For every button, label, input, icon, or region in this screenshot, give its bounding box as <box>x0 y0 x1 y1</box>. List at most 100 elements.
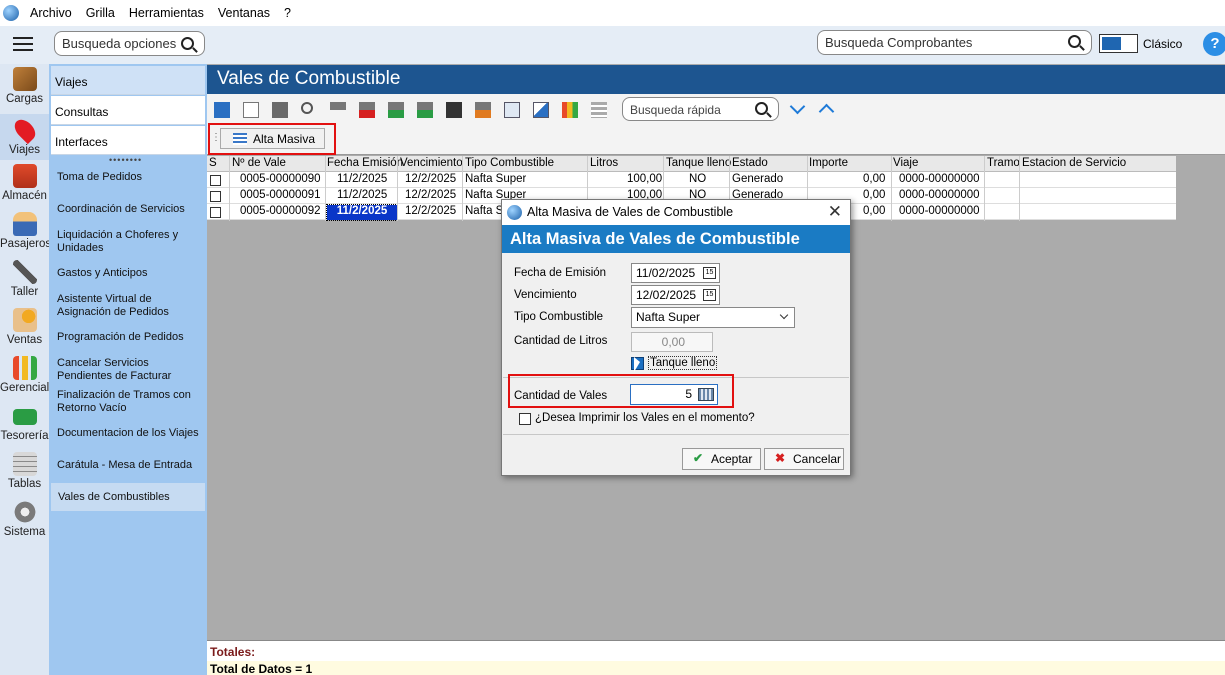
cancelar-button[interactable]: ✖ Cancelar <box>764 448 844 470</box>
search-icon[interactable] <box>301 102 313 114</box>
cell-viaje: 0000-00000000 <box>899 205 980 217</box>
menu-archivo[interactable]: Archivo <box>23 6 79 20</box>
module-gerencial[interactable]: Gerencial <box>0 356 49 402</box>
menu-herramientas[interactable]: Herramientas <box>122 6 211 20</box>
imprimir-checkbox[interactable] <box>519 413 531 425</box>
filter-down-icon[interactable] <box>388 102 404 118</box>
menu-help[interactable]: ? <box>277 6 298 20</box>
module-taller[interactable]: Taller <box>0 260 49 306</box>
submenu-item[interactable]: Programación de Pedidos <box>57 331 205 344</box>
table-row[interactable]: 0005-00000090 11/2/2025 12/2/2025 Nafta … <box>207 172 1176 188</box>
passenger-icon <box>12 212 37 236</box>
cantidad-litros-field[interactable]: 0,00 <box>631 332 713 352</box>
module-ventas[interactable]: Ventas <box>0 308 49 354</box>
module-almacen[interactable]: Almacén <box>0 164 49 210</box>
col-tipo[interactable]: Tipo Combustible <box>465 157 554 169</box>
module-tablas[interactable]: Tablas <box>0 452 49 498</box>
submenu-item[interactable]: Coordinación de Servicios <box>57 203 205 216</box>
submenu-item-vales-combustibles[interactable]: Vales de Combustibles <box>51 483 205 511</box>
cell-viaje: 0000-00000000 <box>899 173 980 185</box>
search-options-input[interactable]: Busqueda opciones <box>54 31 205 56</box>
module-viajes[interactable]: Viajes <box>0 114 49 160</box>
edit-icon[interactable] <box>214 102 230 118</box>
filter-remove-icon[interactable] <box>359 102 375 118</box>
search-icon[interactable] <box>755 102 768 115</box>
image-edit-icon[interactable] <box>533 102 549 118</box>
module-pasajeros[interactable]: Pasajeros <box>0 212 51 258</box>
tipo-combustible-value: Nafta Super <box>636 310 701 324</box>
help-icon[interactable]: ? <box>1203 32 1225 56</box>
new-document-icon[interactable] <box>243 102 259 118</box>
menu-grilla[interactable]: Grilla <box>79 6 122 20</box>
search-comprobantes-input[interactable]: Busqueda Comprobantes <box>817 30 1092 55</box>
cell-emision-selected[interactable]: 11/2/2025 <box>326 204 398 221</box>
chart-icon <box>12 356 37 380</box>
module-label: Viajes <box>8 144 41 156</box>
aceptar-button[interactable]: ✔ Aceptar <box>682 448 761 470</box>
col-estado[interactable]: Estado <box>732 157 768 169</box>
tipo-combustible-select[interactable]: Nafta Super <box>631 307 795 328</box>
col-viaje[interactable]: Viaje <box>893 157 918 169</box>
grid-settings-icon[interactable] <box>591 102 607 118</box>
hamburger-menu-icon[interactable] <box>13 37 33 51</box>
mode-toggle[interactable] <box>1099 34 1138 53</box>
cell-vale: 0005-00000092 <box>240 205 321 217</box>
chevron-up-icon[interactable] <box>818 103 835 120</box>
row-checkbox[interactable] <box>210 175 221 186</box>
total-count: Total de Datos = 1 <box>207 661 1225 675</box>
dialog-header: Alta Masiva de Vales de Combustible <box>502 225 850 253</box>
close-icon[interactable]: ✕ <box>828 202 842 222</box>
col-vale[interactable]: Nº de Vale <box>232 157 286 169</box>
module-label: Sistema <box>3 526 46 538</box>
col-estacion[interactable]: Estacion de Servicio <box>1022 157 1126 169</box>
row-checkbox[interactable] <box>210 191 221 202</box>
submenu-item[interactable]: Toma de Pedidos <box>57 171 205 184</box>
menu-ventanas[interactable]: Ventanas <box>211 6 277 20</box>
submenu-item[interactable]: Gastos y Anticipos <box>57 267 205 280</box>
vencimiento-label: Vencimiento <box>514 289 577 301</box>
calendar-icon[interactable]: 15 <box>703 289 716 301</box>
col-litros[interactable]: Litros <box>590 157 618 169</box>
tab-consultas[interactable]: Consultas <box>51 96 205 125</box>
col-vencimiento[interactable]: Vencimiento <box>400 157 463 169</box>
quick-search-placeholder: Busqueda rápida <box>630 103 721 117</box>
cell-estado: Generado <box>732 173 784 185</box>
module-label: Cargas <box>5 93 44 105</box>
col-importe[interactable]: Importe <box>809 157 848 169</box>
quick-search-input[interactable]: Busqueda rápida <box>622 97 779 121</box>
submenu-item[interactable]: Liquidación a Choferes y Unidades <box>57 229 205 255</box>
cell-tipo: Nafta Super <box>465 173 527 185</box>
tanque-lleno-label: Tanque lleno <box>648 356 718 370</box>
submenu-item[interactable]: Asistente Virtual de Asignación de Pedid… <box>57 293 205 319</box>
col-emision[interactable]: Fecha Emisión <box>327 157 403 169</box>
submenu-item[interactable]: Carátula - Mesa de Entrada <box>57 459 205 472</box>
row-checkbox[interactable] <box>210 207 221 218</box>
col-tanque[interactable]: Tanque lleno <box>666 157 731 169</box>
submenu-item[interactable]: Cancelar Servicios Pendientes de Factura… <box>57 357 205 383</box>
module-tesoreria[interactable]: Tesorería <box>0 404 49 450</box>
chevron-down-icon[interactable] <box>789 98 806 115</box>
print-icon[interactable] <box>272 102 288 118</box>
submenu-item[interactable]: Documentacion de los Viajes <box>57 427 205 440</box>
save-icon[interactable] <box>446 102 462 118</box>
search-icon[interactable] <box>1068 35 1081 48</box>
tab-interfaces[interactable]: Interfaces <box>51 126 205 155</box>
vencimiento-field[interactable]: 12/02/2025 15 <box>631 285 720 305</box>
filter-check-icon[interactable] <box>417 102 433 118</box>
filter-export-icon[interactable] <box>475 102 491 118</box>
module-cargas[interactable]: Cargas <box>0 67 49 113</box>
bar-chart-icon[interactable] <box>562 102 578 118</box>
col-tramo[interactable]: Tramo <box>987 157 1020 169</box>
splitter-grip[interactable]: •••••••• <box>109 155 142 165</box>
tab-viajes[interactable]: Viajes <box>51 66 205 95</box>
col-s[interactable]: S <box>209 157 217 169</box>
filter-icon[interactable] <box>330 102 346 118</box>
search-icon[interactable] <box>181 37 194 50</box>
columns-icon[interactable] <box>504 102 520 118</box>
fecha-emision-field[interactable]: 11/02/2025 15 <box>631 263 720 283</box>
module-sistema[interactable]: Sistema <box>0 500 49 546</box>
cell-vencimiento: 12/2/2025 <box>405 173 457 185</box>
page-title: Vales de Combustible <box>207 65 1225 94</box>
submenu-item[interactable]: Finalización de Tramos con Retorno Vacío <box>57 389 205 415</box>
calendar-icon[interactable]: 15 <box>703 267 716 279</box>
